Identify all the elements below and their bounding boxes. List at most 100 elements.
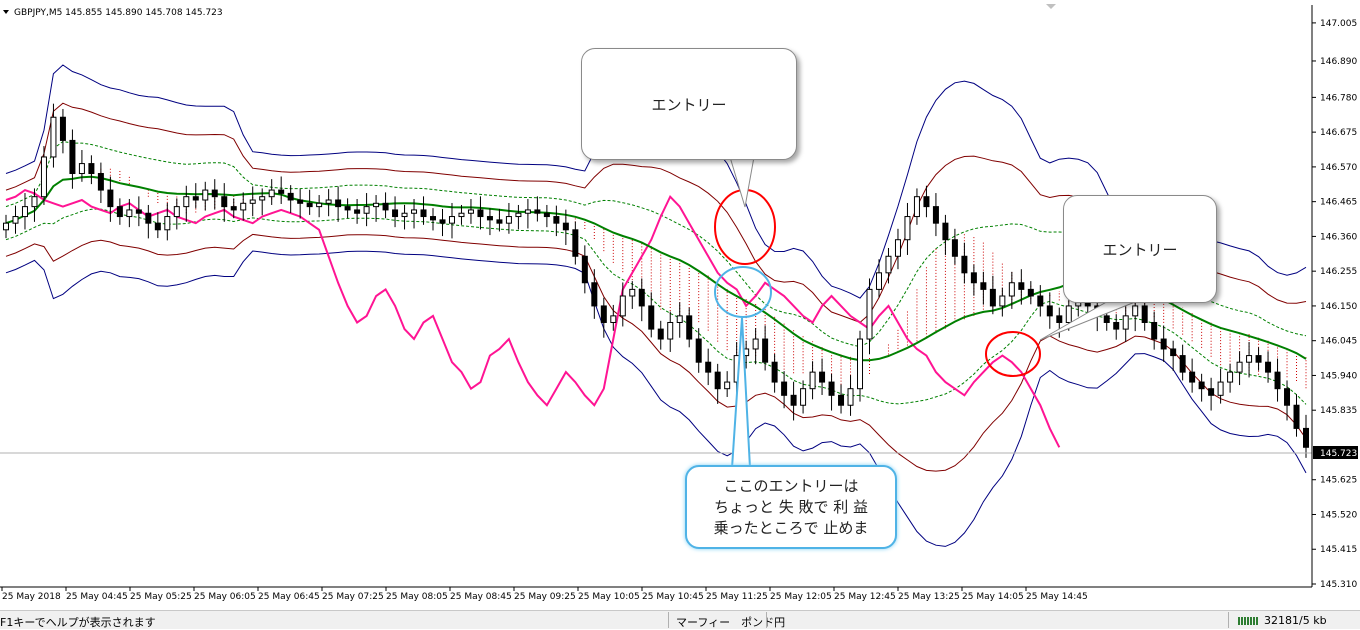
candle-body — [21, 206, 28, 218]
time-tick-label: 25 May 04:45 — [66, 592, 128, 602]
candle-body — [1274, 371, 1281, 390]
candle-body — [790, 394, 797, 406]
callout-note-line-1: ここのエントリーは — [723, 476, 859, 495]
candle-body — [306, 202, 313, 208]
price-tick-label: 146.045 — [1320, 337, 1357, 347]
candle-body — [3, 222, 9, 231]
candle-body — [1255, 355, 1262, 363]
candle-body — [354, 209, 361, 214]
callout-note-line-2: ちょっと 失 敗で 利 益 — [713, 497, 869, 516]
candle-body — [135, 209, 142, 214]
candle-body — [496, 219, 503, 224]
candle-body — [31, 196, 38, 208]
candle-body — [1151, 321, 1158, 340]
candle-body — [69, 139, 76, 175]
time-tick-label: 25 May 09:25 — [514, 592, 576, 602]
candle-body — [809, 371, 816, 390]
candle-body — [534, 209, 541, 214]
candle-body — [59, 116, 66, 141]
candle-body — [1132, 305, 1139, 317]
candle-body — [50, 116, 57, 158]
candle-body — [1122, 315, 1129, 330]
candle-body — [1170, 348, 1177, 357]
candle-body — [467, 209, 474, 214]
candle-body — [1018, 282, 1025, 290]
candle-body — [382, 202, 389, 211]
candle-body — [1217, 381, 1224, 396]
candle-body — [12, 216, 19, 224]
candle-body — [553, 216, 560, 224]
candle-body — [1265, 361, 1272, 373]
candle-body — [268, 189, 275, 198]
candle-body — [648, 305, 655, 330]
candle-body — [477, 209, 484, 218]
candle-body — [695, 338, 702, 363]
time-tick-label: 25 May 06:45 — [258, 592, 320, 602]
price-tick-label: 145.415 — [1320, 545, 1357, 555]
candle-body — [259, 196, 266, 201]
candle-body — [1179, 355, 1186, 373]
candle-body — [107, 189, 114, 208]
candle-body — [619, 295, 626, 317]
candle-body — [1246, 355, 1253, 363]
candle-body — [524, 209, 531, 214]
candle-body — [705, 361, 712, 373]
candle-body — [562, 222, 569, 231]
candle-body — [951, 239, 958, 257]
candle-body — [116, 206, 123, 218]
price-tick-label: 145.520 — [1320, 510, 1357, 520]
time-tick-label: 25 May 13:25 — [898, 592, 960, 602]
candle-body — [230, 206, 237, 211]
candle-body — [800, 388, 807, 406]
candle-body — [591, 282, 598, 307]
price-tick-label: 146.255 — [1320, 267, 1357, 277]
candle-body — [885, 255, 892, 274]
candle-body — [1008, 282, 1015, 297]
candle-body — [164, 216, 171, 231]
candle-body — [183, 196, 190, 208]
candle-body — [1065, 305, 1072, 323]
candle-body — [1236, 361, 1243, 373]
candle-body — [581, 255, 588, 284]
candle-body — [638, 288, 645, 307]
candle-body — [202, 189, 209, 201]
candle-body — [847, 388, 854, 406]
candle-body — [1103, 315, 1110, 323]
candle-body — [1208, 388, 1215, 396]
candle-body — [515, 212, 522, 218]
callout-failure-note: ここのエントリーは ちょっと 失 敗で 利 益 乗ったところで 止めま — [685, 465, 897, 549]
candle-body — [505, 216, 512, 224]
price-tick-label: 146.360 — [1320, 232, 1357, 242]
candle-body — [249, 199, 256, 204]
current-price-label: 145.723 — [1320, 449, 1357, 459]
candle-body — [401, 212, 408, 218]
time-tick-label: 25 May 08:45 — [450, 592, 512, 602]
candle-body — [989, 288, 996, 307]
candle-body — [430, 216, 437, 221]
candle-body — [88, 163, 95, 175]
candle-body — [913, 196, 920, 218]
candle-body — [1141, 305, 1148, 323]
candle-body — [610, 315, 617, 323]
time-tick-label: 25 May 14:45 — [1026, 592, 1088, 602]
candle-body — [1113, 321, 1120, 330]
candle-body — [866, 288, 873, 340]
status-bar: F1キーでヘルプが表示されます マーフィー ポンド円 32181/5 kb — [0, 610, 1360, 629]
candle-body — [97, 173, 104, 191]
candle-body — [325, 199, 332, 204]
candle-body — [819, 371, 826, 383]
candle-body — [145, 212, 152, 224]
candle-body — [600, 305, 607, 323]
price-tick-label: 145.940 — [1320, 371, 1357, 381]
candle-body — [1037, 295, 1044, 307]
price-tick-label: 145.625 — [1320, 476, 1357, 486]
candle-body — [923, 196, 930, 208]
candle-body — [221, 196, 228, 208]
time-tick-label: 25 May 05:25 — [130, 592, 192, 602]
candle-body — [657, 328, 664, 340]
candle-body — [1160, 338, 1167, 350]
time-tick-label: 25 May 14:05 — [962, 592, 1024, 602]
candle-body — [667, 321, 674, 340]
status-separator — [766, 612, 767, 628]
candle-body — [1027, 288, 1034, 297]
